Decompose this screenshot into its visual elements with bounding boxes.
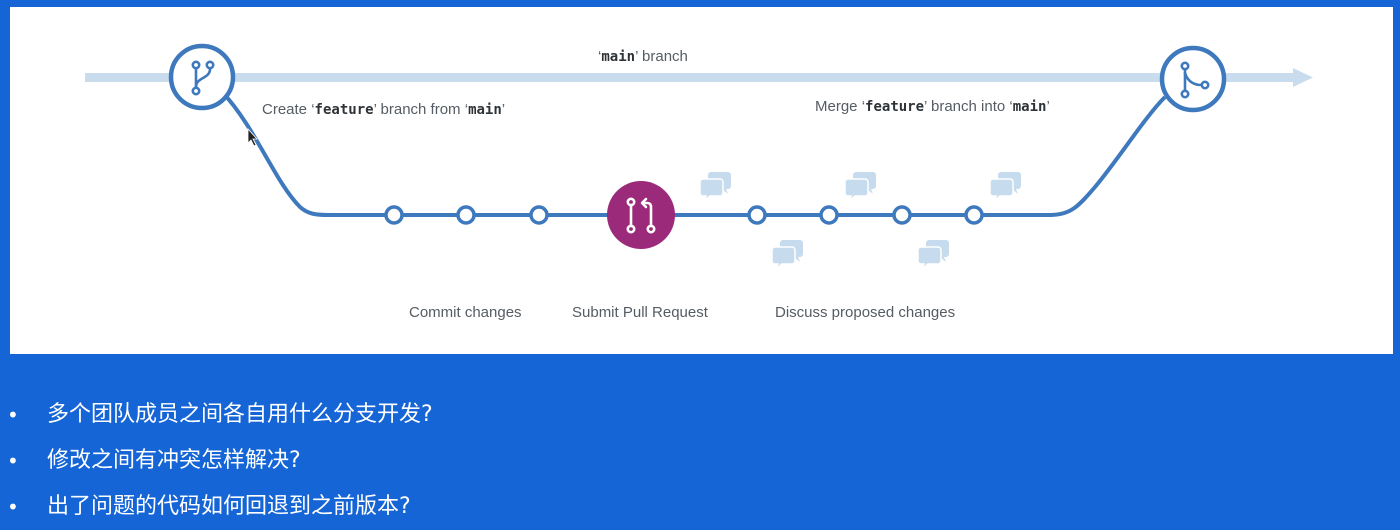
- commit-node-2: [456, 205, 476, 225]
- main-code: main: [1012, 99, 1047, 115]
- comment-bubble-icon-3: [844, 171, 877, 202]
- merge-branch-label: Merge ‘feature’ branch into ‘main’: [815, 98, 1050, 115]
- quote-close: ’: [1046, 98, 1050, 115]
- question-text: 修改之间有冲突怎样解决?: [47, 448, 301, 473]
- commit-node-7: [964, 205, 984, 225]
- branch-word: branch: [637, 48, 688, 65]
- bullet-dot: •: [7, 403, 19, 427]
- git-flow-diagram: [85, 43, 1313, 270]
- discuss-changes-label: Discuss proposed changes: [775, 304, 956, 321]
- feature-code: feature: [865, 99, 925, 115]
- question-text: 出了问题的代码如何回退到之前版本?: [47, 494, 411, 519]
- git-branch-icon: [168, 43, 236, 111]
- question-item-3: • 出了问题的代码如何回退到之前版本?: [0, 484, 1400, 530]
- main-code: main: [601, 49, 636, 65]
- question-item-2: • 修改之间有冲突怎样解决?: [0, 438, 1400, 484]
- comment-bubble-icon-2: [771, 239, 804, 270]
- git-merge-icon: [1159, 45, 1227, 113]
- merge-middle: branch into: [926, 98, 1010, 115]
- create-branch-label: Create ‘feature’ branch from ‘main’: [262, 101, 505, 118]
- create-prefix: Create: [262, 101, 312, 118]
- submit-pull-request-label: Submit Pull Request: [572, 304, 708, 321]
- feature-code: feature: [314, 102, 374, 118]
- create-middle: branch from: [376, 101, 465, 118]
- question-list: • 多个团队成员之间各自用什么分支开发? • 修改之间有冲突怎样解决? • 出了…: [0, 392, 1400, 530]
- comment-bubble-icon-4: [917, 239, 950, 270]
- commit-node-5: [819, 205, 839, 225]
- diagram-panel: ‘main’ branch Create ‘feature’ branch fr…: [10, 7, 1393, 354]
- main-code: main: [468, 102, 502, 118]
- question-item-1: • 多个团队成员之间各自用什么分支开发?: [0, 392, 1400, 438]
- pull-request-icon: [607, 181, 675, 249]
- bullet-dot: •: [7, 495, 19, 519]
- comment-bubble-icon-5: [989, 171, 1022, 202]
- commit-node-6: [892, 205, 912, 225]
- merge-prefix: Merge: [815, 98, 862, 115]
- quote-close: ’: [501, 101, 506, 118]
- comment-bubble-icon-1: [699, 171, 732, 202]
- main-branch-label: ‘main’ branch: [598, 48, 688, 65]
- bullet-dot: •: [7, 449, 19, 473]
- commit-node-1: [384, 205, 404, 225]
- main-branch-arrow: [85, 68, 1313, 87]
- commit-changes-label: Commit changes: [409, 304, 522, 321]
- commit-node-4: [747, 205, 767, 225]
- question-text: 多个团队成员之间各自用什么分支开发?: [47, 402, 433, 427]
- commit-node-3: [529, 205, 549, 225]
